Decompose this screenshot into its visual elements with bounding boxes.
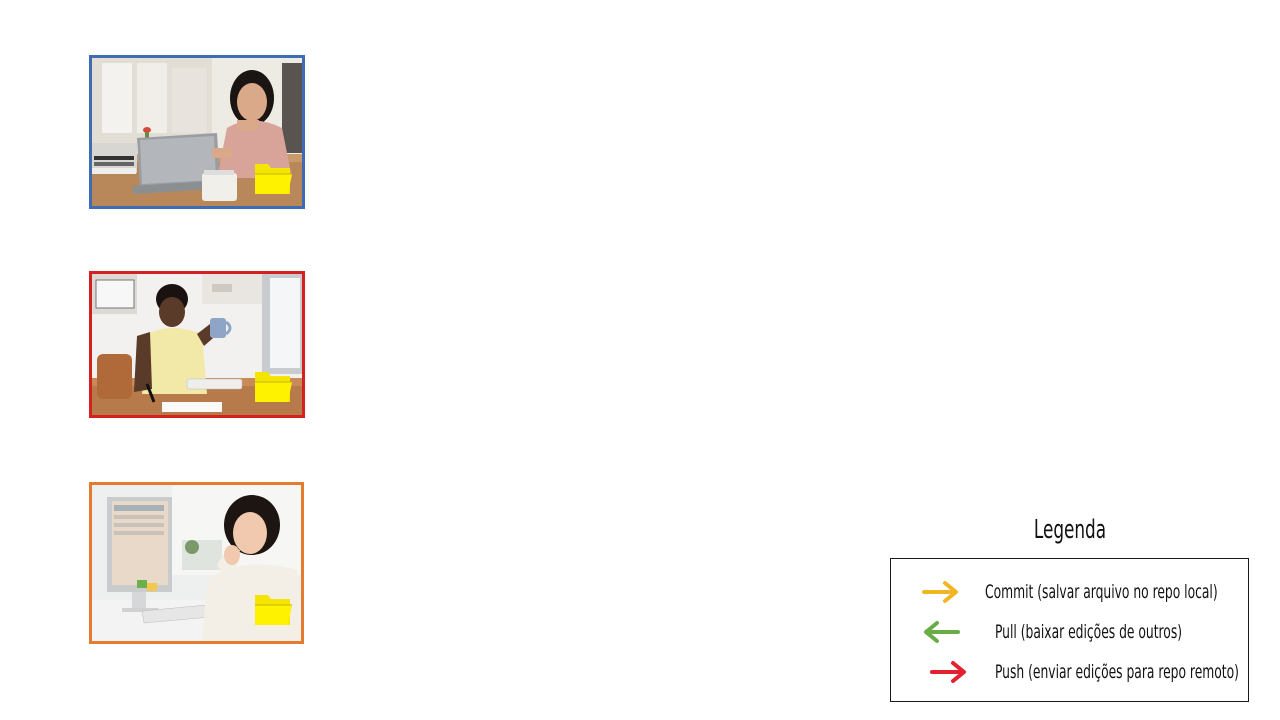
arrow-right-icon (930, 661, 966, 683)
legend-item-commit: Commit (salvar arquivo no repo local) (921, 577, 1280, 607)
arrow-right-icon (922, 581, 958, 603)
legend-label-commit: Commit (salvar arquivo no repo local) (985, 581, 1218, 603)
folder-icon (255, 595, 292, 625)
woman-laptop-photo (89, 55, 305, 209)
woman-smiling-desktop-photo (89, 482, 304, 644)
legend-box: Commit (salvar arquivo no repo local) Pu… (890, 558, 1249, 702)
legend-label-pull: Pull (baixar edições de outros) (995, 621, 1183, 643)
folder-icon (255, 372, 292, 402)
slide: Legenda Commit (salvar arquivo no repo l… (0, 0, 1280, 720)
woman-desktop-coffee-photo (89, 271, 305, 418)
legend-label-push: Push (enviar edições para repo remoto) (995, 661, 1239, 683)
arrow-left-icon (924, 621, 960, 643)
folder-icon (255, 164, 292, 194)
legend-item-pull: Pull (baixar edições de outros) (921, 617, 1255, 647)
legend-title: Legenda (1033, 515, 1107, 545)
legend-item-push: Push (enviar edições para repo remoto) (929, 657, 1280, 687)
